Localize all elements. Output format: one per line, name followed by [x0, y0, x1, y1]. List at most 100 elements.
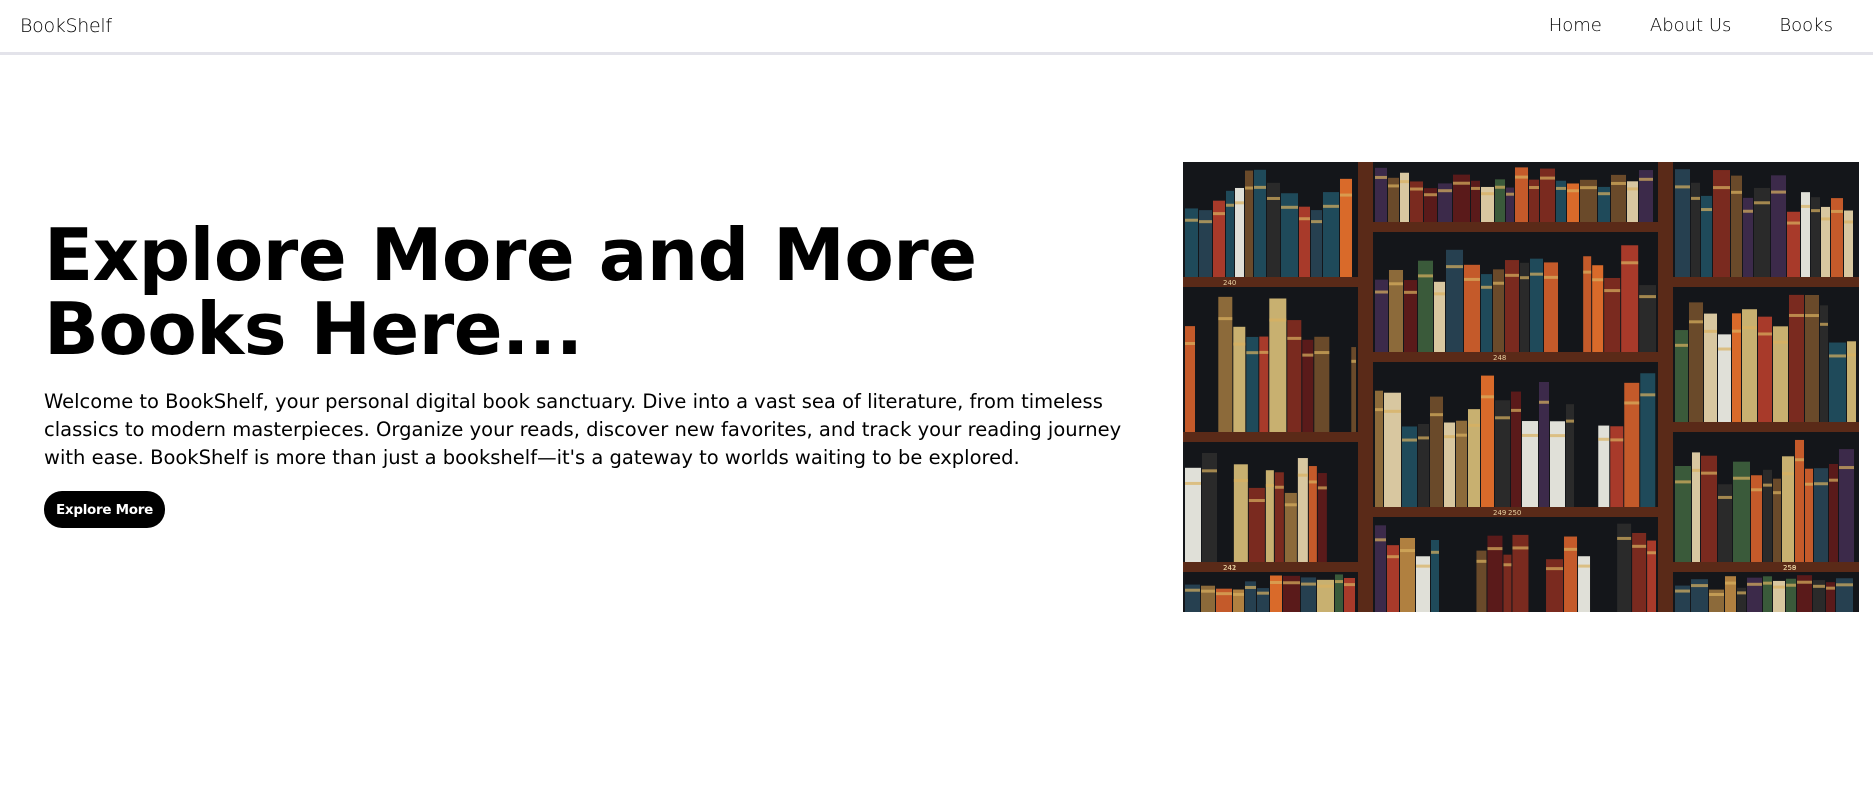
book-band [1284, 503, 1297, 507]
book-band [1540, 176, 1555, 180]
nav-link-home[interactable]: Home [1549, 15, 1602, 36]
book-spine [1550, 421, 1565, 507]
book-band [1257, 591, 1269, 595]
shelf-upright [1658, 162, 1673, 612]
book-spine [1731, 175, 1742, 277]
book-band [1265, 483, 1274, 487]
explore-more-button[interactable]: Explore More [44, 491, 165, 528]
book-band [1468, 423, 1480, 427]
book-band [1737, 591, 1746, 595]
book-band [1529, 185, 1539, 189]
book-band [1384, 409, 1401, 413]
book-band [1481, 192, 1494, 196]
book-spine [1539, 382, 1549, 507]
book-band [1259, 350, 1269, 354]
book-band [1617, 536, 1632, 540]
book-band [1786, 583, 1796, 587]
book-spine [1464, 264, 1480, 352]
shelf-number-label: 248 [1493, 354, 1506, 362]
book-spine [1718, 334, 1731, 422]
book-band [1789, 313, 1804, 317]
book-band [1254, 185, 1266, 189]
bookshelf-image: 240 248 259 249 241 250 242 258 [1183, 162, 1859, 612]
book-spine [1821, 206, 1830, 277]
book-band [1675, 480, 1691, 484]
book-band [1246, 351, 1259, 355]
book-spine [1515, 167, 1528, 222]
book-band [1795, 458, 1804, 462]
book-band [1389, 282, 1403, 286]
book-spine [1438, 183, 1452, 222]
book-band [1839, 466, 1854, 470]
book-band [1831, 209, 1843, 213]
book-spine [1773, 580, 1785, 612]
book-band [1820, 322, 1828, 326]
book-band [1351, 359, 1356, 363]
book-band [1233, 342, 1246, 346]
book-band [1731, 190, 1742, 194]
book-band [1701, 471, 1717, 475]
book-spine [1201, 585, 1215, 612]
book-spine [1611, 174, 1626, 222]
book-band [1733, 476, 1750, 480]
book-band [1388, 184, 1399, 188]
book-band [1689, 320, 1703, 324]
shelf-number-label: 242 [1223, 564, 1236, 572]
book-band [1375, 290, 1388, 294]
book-band [1505, 273, 1519, 277]
book-band [1604, 289, 1621, 293]
book-spine [1400, 537, 1415, 612]
book-band [1185, 218, 1198, 222]
book-band [1201, 589, 1215, 593]
shelf-plank [1373, 352, 1658, 362]
book-band [1675, 185, 1690, 189]
book-spine [1567, 183, 1579, 222]
book-band [1805, 314, 1819, 318]
nav-link-about-us[interactable]: About Us [1650, 15, 1732, 36]
book-spine [1771, 175, 1786, 277]
book-band [1773, 585, 1785, 589]
book-band [1506, 192, 1514, 196]
book-band [1639, 295, 1656, 299]
book-band [1418, 436, 1429, 440]
book-band [1515, 175, 1528, 179]
book-band [1691, 584, 1708, 588]
book-band [1495, 416, 1510, 420]
book-band [1233, 592, 1244, 596]
book-spine [1544, 262, 1558, 352]
book-spine [1754, 187, 1770, 277]
book-band [1598, 192, 1610, 196]
book-band [1301, 582, 1316, 586]
book-band [1718, 347, 1731, 351]
book-spine [1844, 210, 1853, 277]
shelf-plank [1373, 222, 1658, 232]
book-spine [1281, 193, 1298, 277]
book-spine [1512, 534, 1529, 612]
bookshelf-illustration: 240248259249241250242 258 [1183, 162, 1859, 612]
book-spine [1556, 180, 1566, 222]
book-band [1742, 326, 1757, 330]
book-spine [1418, 260, 1433, 352]
book-spine [1773, 326, 1788, 422]
book-band [1632, 544, 1647, 548]
brand-logo[interactable]: BookShelf [20, 15, 112, 37]
book-spine [1540, 168, 1555, 222]
book-band [1199, 220, 1212, 224]
hero-title: Explore More and More Books Here... [44, 213, 977, 371]
book-band [1675, 589, 1690, 593]
book-band [1213, 212, 1225, 216]
book-spine [1418, 423, 1429, 507]
book-band [1481, 285, 1492, 289]
book-band [1610, 438, 1624, 442]
book-band [1814, 482, 1828, 486]
book-band [1763, 581, 1772, 585]
book-spine [1495, 179, 1505, 222]
book-band [1709, 592, 1724, 596]
book-spine [1299, 206, 1310, 277]
book-band [1314, 351, 1330, 355]
nav-link-books[interactable]: Books [1779, 15, 1833, 36]
book-band [1226, 203, 1234, 207]
book-band [1530, 272, 1543, 276]
book-spine [1213, 200, 1225, 277]
book-spine [1546, 559, 1564, 612]
